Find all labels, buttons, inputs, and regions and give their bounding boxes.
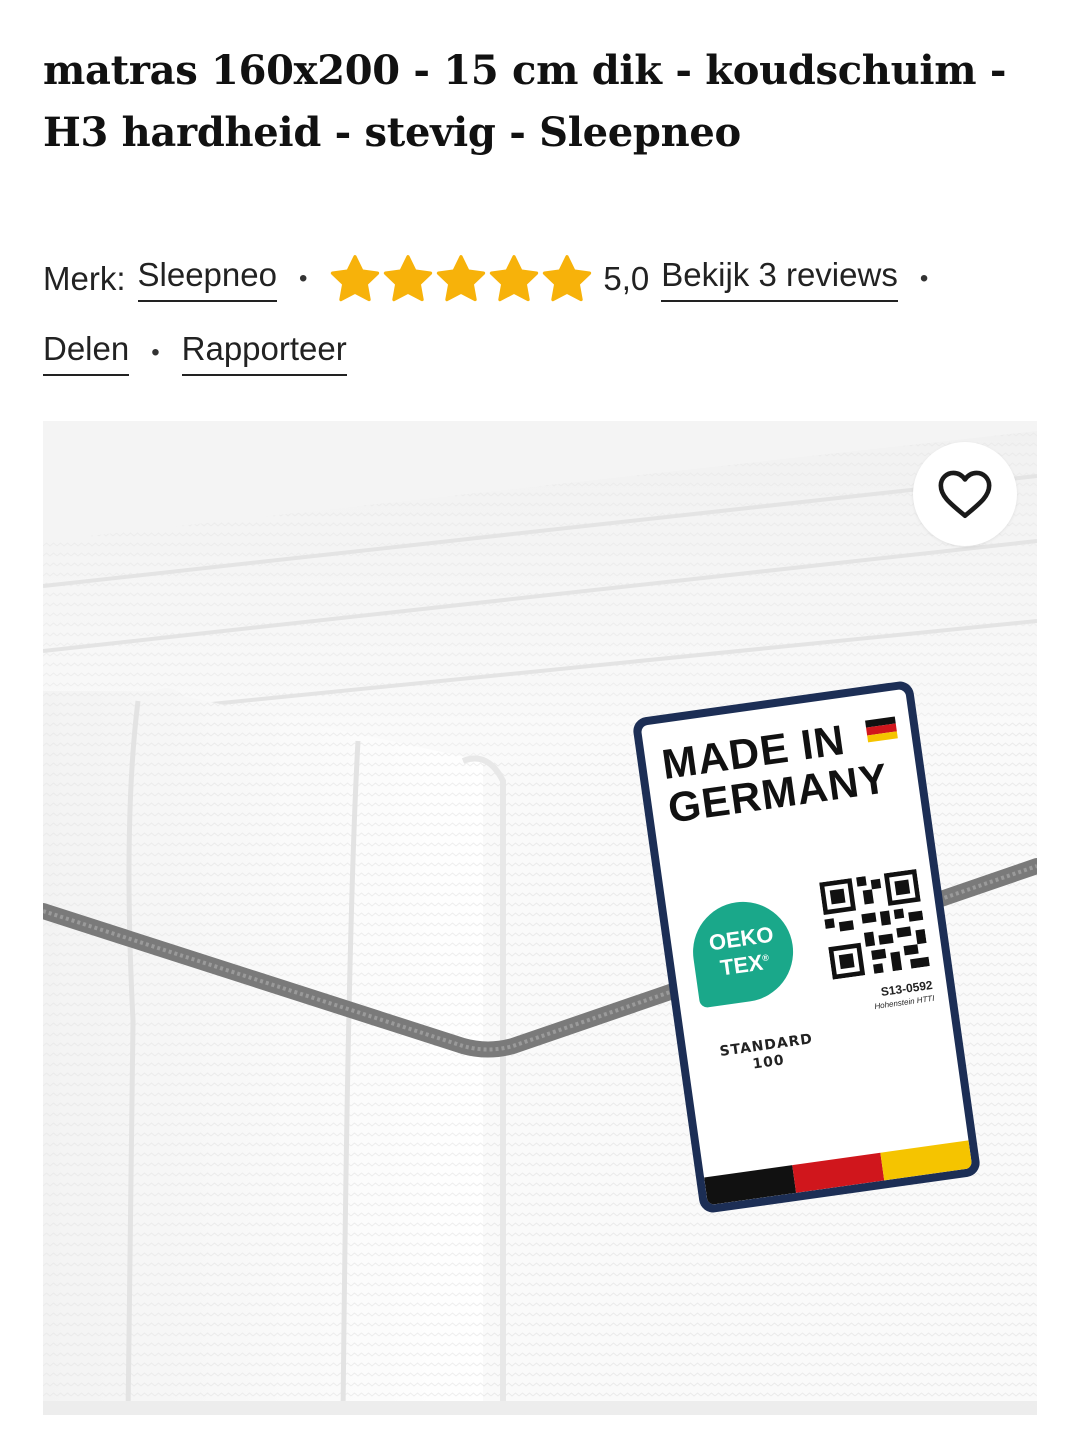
brand-link[interactable]: Sleepneo (137, 256, 277, 302)
rating-stars (329, 254, 593, 304)
brand-label: Merk: (43, 260, 126, 297)
star-icon (490, 255, 539, 302)
product-actions: Delen • Rapporteer (43, 328, 347, 378)
product-page: matras 160x200 - 15 cm dik - koudschuim … (0, 0, 1080, 1445)
certificate-code: S13-0592 Hohenstein HTTI (873, 977, 935, 1012)
star-icon (384, 255, 433, 302)
separator: • (151, 339, 160, 366)
made-in-text: MADE IN GERMANY (658, 715, 892, 832)
product-image[interactable]: MADE IN GERMANY OEKO TEX® S13-0592 Hohen… (43, 421, 1037, 1415)
separator: • (919, 265, 929, 292)
star-icon (543, 255, 592, 302)
heart-outline-icon (938, 470, 992, 519)
star-icon (331, 255, 380, 302)
standard-100-text: STANDARD 100 (718, 1031, 814, 1073)
star-icon (437, 255, 486, 302)
oeko-tex-logo: OEKO TEX® (686, 895, 800, 1009)
share-link[interactable]: Delen (43, 330, 130, 376)
product-meta: Merk: Sleepneo • 5,0 Bekijk 3 reviews • (43, 254, 950, 304)
reviews-link[interactable]: Bekijk 3 reviews (661, 256, 898, 302)
report-link[interactable]: Rapporteer (181, 330, 347, 376)
qr-code-icon (819, 868, 930, 980)
separator: • (298, 265, 308, 292)
product-title: matras 160x200 - 15 cm dik - koudschuim … (43, 47, 1007, 156)
favorite-button[interactable] (913, 442, 1017, 546)
rating-value: 5,0 (603, 260, 650, 297)
